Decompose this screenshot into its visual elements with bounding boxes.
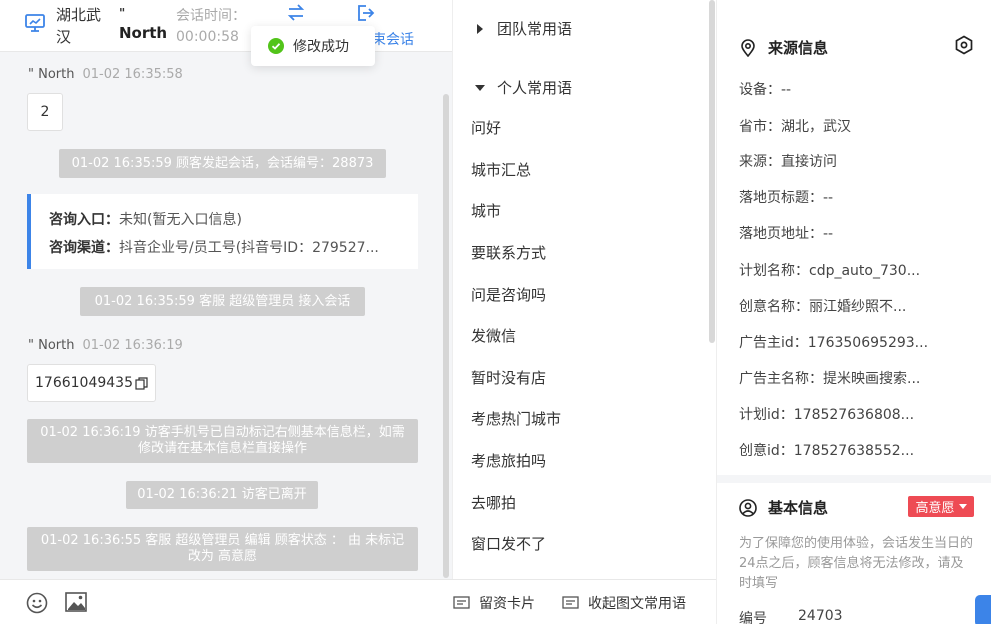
check-circle-icon <box>268 38 284 54</box>
visitor-number-label: 编号 <box>739 611 767 624</box>
lead-card-label: 留资卡片 <box>479 596 535 612</box>
visitor-info-pane: 来源信息 设备：-- 省市：湖北，武汉 来源：直接访问 落地页标题：-- 落地页… <box>716 0 991 624</box>
message-bubble: 17661049435 <box>27 364 156 402</box>
message-icon <box>562 595 579 609</box>
personal-phrases-label: 个人常用语 <box>497 79 573 97</box>
transfer-icon[interactable] <box>286 3 306 23</box>
phrase-item[interactable]: 城市汇总 <box>471 159 531 180</box>
message-meta: " North 01-02 16:35:58 <box>28 67 183 82</box>
visitor-number-value: 24703 <box>798 608 843 624</box>
message-meta: " North 01-02 16:36:19 <box>28 338 183 353</box>
chevron-down-icon <box>958 504 967 509</box>
consult-entry-row: 咨询入口：未知(暂无入口信息) <box>49 212 242 228</box>
team-phrases-label: 团队常用语 <box>497 20 573 38</box>
message-time: 01-02 16:36:19 <box>82 338 183 353</box>
phone-number: 17661049435 <box>35 375 133 391</box>
source-field: 省市：湖北，武汉 <box>739 119 851 135</box>
phrase-item[interactable]: 问是咨询吗 <box>471 284 546 305</box>
source-field: 落地页标题：-- <box>739 190 834 206</box>
source-field: 广告主名称：提米映画搜索... <box>739 371 921 387</box>
chat-toolbar: 留资卡片 收起图文常用语 <box>0 579 716 624</box>
source-field: 计划名称：cdp_auto_730... <box>739 263 921 279</box>
location-pin-icon <box>741 38 755 57</box>
floating-action-button[interactable] <box>975 595 991 624</box>
image-icon[interactable] <box>65 592 87 612</box>
monitor-icon <box>25 14 45 32</box>
source-field: 广告主id：176350695293... <box>739 335 929 351</box>
toast-text: 修改成功 <box>293 39 349 55</box>
emoji-icon[interactable] <box>26 592 48 614</box>
phrase-item[interactable]: 城市 <box>471 200 501 221</box>
system-message: 01-02 16:36:21 访客已离开 <box>126 481 318 509</box>
visitor-name-mark: " <box>119 6 126 20</box>
source-field: 创意名称：丽江婚纱照不... <box>739 299 907 315</box>
message-time: 01-02 16:35:58 <box>82 67 183 82</box>
session-time-label: 会话时间： <box>176 8 246 24</box>
system-message: 01-02 16:35:59 客服 超级管理员 接入会话 <box>80 287 365 316</box>
caret-right-icon <box>477 23 483 34</box>
lead-card-button[interactable]: 留资卡片 <box>453 593 535 613</box>
personal-phrases-group[interactable]: 个人常用语 <box>475 77 572 98</box>
source-field: 落地页地址：-- <box>739 226 834 242</box>
source-field: 设备：-- <box>739 82 792 98</box>
chat-pane: 湖北武汉 " North 会话时间： 00:00:58 束会话 修改成功 " N… <box>0 0 452 624</box>
system-message: 01-02 16:36:19 访客手机号已自动标记右侧基本信息栏，如需修改请在基… <box>27 419 418 463</box>
phrase-item[interactable]: 暂时没有店 <box>471 367 546 388</box>
phrase-item[interactable]: 去哪拍 <box>471 492 516 513</box>
chat-header: 湖北武汉 " North 会话时间： 00:00:58 束会话 <box>0 0 452 52</box>
phrase-pane: 团队常用语 个人常用语 问好 城市汇总 城市 要联系方式 问是咨询吗 发微信 暂… <box>452 0 716 579</box>
session-time-value: 00:00:58 <box>176 29 239 45</box>
caret-down-icon <box>475 84 485 91</box>
message-bubble: 2 <box>27 93 63 131</box>
source-field: 计划id：178527636808... <box>739 407 915 423</box>
phrase-item[interactable]: 窗口发不了 <box>471 533 546 554</box>
visitor-status-value: 高意愿 <box>915 501 955 516</box>
success-toast: 修改成功 <box>251 26 375 66</box>
source-field: 创意id：178527638552... <box>739 443 915 459</box>
consult-info-card: 咨询入口：未知(暂无入口信息) 咨询渠道：抖音企业号/员工号(抖音号ID：279… <box>27 194 418 269</box>
consult-channel-row: 咨询渠道：抖音企业号/员工号(抖音号ID：279527... <box>49 240 379 256</box>
phrase-item[interactable]: 问好 <box>471 117 501 138</box>
visitor-status-dropdown[interactable]: 高意愿 <box>908 496 974 517</box>
system-message: 01-02 16:35:59 顾客发起会话，会话编号：28873 <box>59 149 386 178</box>
end-session-button[interactable]: 束会话 <box>372 29 414 49</box>
collapse-phrases-button[interactable]: 收起图文常用语 <box>562 593 686 613</box>
phrase-item[interactable]: 要联系方式 <box>471 242 546 263</box>
exit-icon[interactable] <box>355 3 375 23</box>
user-circle-icon <box>739 498 757 517</box>
phrase-scrollbar[interactable] <box>709 0 715 343</box>
phrase-item[interactable]: 考虑旅拍吗 <box>471 450 546 471</box>
edit-notice: 为了保障您的使用体验，会话发生当日的24点之后，顾客信息将无法修改，请及时填写 <box>739 536 974 591</box>
message-sender: " North <box>28 67 75 82</box>
settings-icon[interactable] <box>954 35 974 55</box>
source-info-title: 来源信息 <box>739 37 828 58</box>
collapse-phrases-label: 收起图文常用语 <box>588 596 686 612</box>
phrase-item[interactable]: 考虑热门城市 <box>471 408 561 429</box>
chat-scrollbar[interactable] <box>443 94 449 578</box>
basic-info-title: 基本信息 <box>739 497 828 518</box>
copy-icon[interactable] <box>135 376 148 390</box>
phrase-item[interactable]: 发微信 <box>471 325 516 346</box>
card-icon <box>453 595 470 609</box>
team-phrases-group[interactable]: 团队常用语 <box>475 18 572 39</box>
section-divider <box>717 475 991 483</box>
visitor-name: North <box>119 24 168 42</box>
source-field: 来源：直接访问 <box>739 154 837 170</box>
message-sender: " North <box>28 338 75 353</box>
visitor-location: 湖北武汉 <box>56 6 102 46</box>
system-message: 01-02 16:36:55 客服 超级管理员 编辑 顾客状态 ： 由 未标记 … <box>27 527 418 571</box>
